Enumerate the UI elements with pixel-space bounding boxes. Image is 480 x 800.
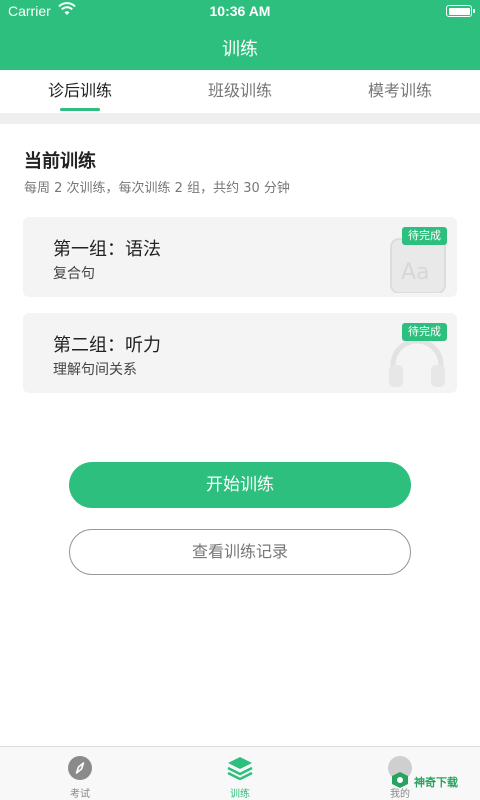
compass-icon	[68, 756, 92, 780]
battery-icon	[446, 5, 475, 17]
card-title: 第二组：听力	[53, 335, 161, 356]
app-header: Carrier 10:36 AM 训练	[0, 0, 480, 70]
tab-class-training[interactable]: 班级训练	[160, 70, 320, 114]
download-site-watermark: 神奇下载	[382, 752, 480, 800]
card-subtitle: 理解句间关系	[53, 362, 137, 378]
current-training-summary: 每周 2 次训练，每次训练 2 组，共约 30 分钟	[24, 181, 290, 196]
status-badge: 待完成	[402, 227, 447, 245]
card-subtitle: 复合句	[53, 266, 95, 282]
tab-mock-exam-training[interactable]: 模考训练	[320, 70, 480, 114]
svg-text:Aa: Aa	[401, 260, 430, 285]
tabbar-item-training[interactable]: 训练	[180, 747, 300, 800]
tabbar-label: 考试	[70, 789, 90, 800]
section-divider	[0, 114, 480, 124]
current-training-title: 当前训练	[24, 151, 96, 172]
layers-icon	[227, 757, 253, 781]
view-training-history-button[interactable]: 查看训练记录	[69, 529, 411, 575]
active-tab-indicator	[60, 108, 100, 111]
start-training-button[interactable]: 开始训练	[69, 462, 411, 508]
card-title: 第一组：语法	[53, 239, 161, 260]
tabbar-label: 训练	[230, 789, 250, 800]
status-badge: 待完成	[402, 323, 447, 341]
status-bar: Carrier 10:36 AM	[0, 0, 480, 24]
training-tabs: 诊后训练 班级训练 模考训练	[0, 70, 480, 114]
clock-time: 10:36 AM	[209, 3, 271, 19]
watermark-logo-icon	[392, 772, 408, 788]
training-card-listening[interactable]: 第二组：听力 理解句间关系 待完成	[23, 313, 457, 393]
page-title: 训练	[222, 39, 258, 60]
tabbar-item-exam[interactable]: 考试	[20, 747, 140, 800]
training-card-grammar[interactable]: Aa 第一组：语法 复合句 待完成	[23, 217, 457, 297]
watermark-text: 神奇下载	[414, 776, 458, 789]
